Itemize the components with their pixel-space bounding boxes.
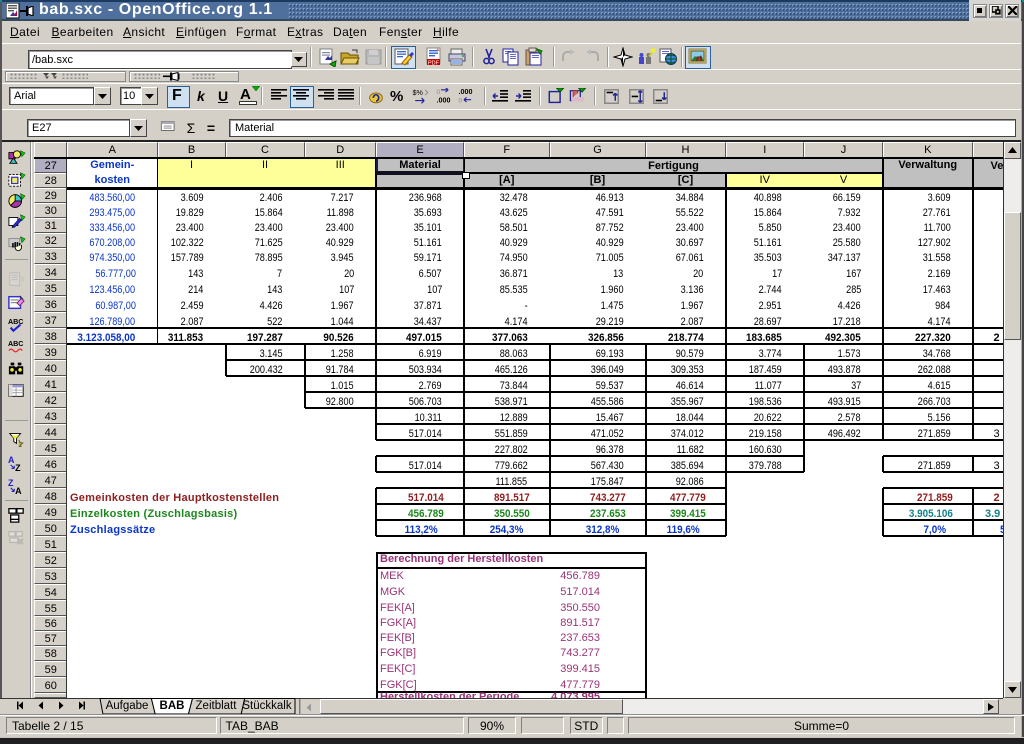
svg-text:Z: Z bbox=[8, 478, 14, 488]
svg-text:.000: .000 bbox=[459, 88, 473, 96]
svg-text:ABC: ABC bbox=[8, 318, 23, 326]
svg-text:PDF: PDF bbox=[428, 60, 440, 66]
svg-text:A: A bbox=[15, 486, 22, 495]
svg-text:A: A bbox=[8, 455, 15, 465]
svg-text:.000: .000 bbox=[437, 95, 451, 104]
svg-text:0: 0 bbox=[459, 97, 463, 104]
svg-text:$%: $% bbox=[413, 88, 424, 97]
svg-text:ABC: ABC bbox=[8, 340, 23, 348]
svg-text:Z: Z bbox=[15, 463, 21, 472]
